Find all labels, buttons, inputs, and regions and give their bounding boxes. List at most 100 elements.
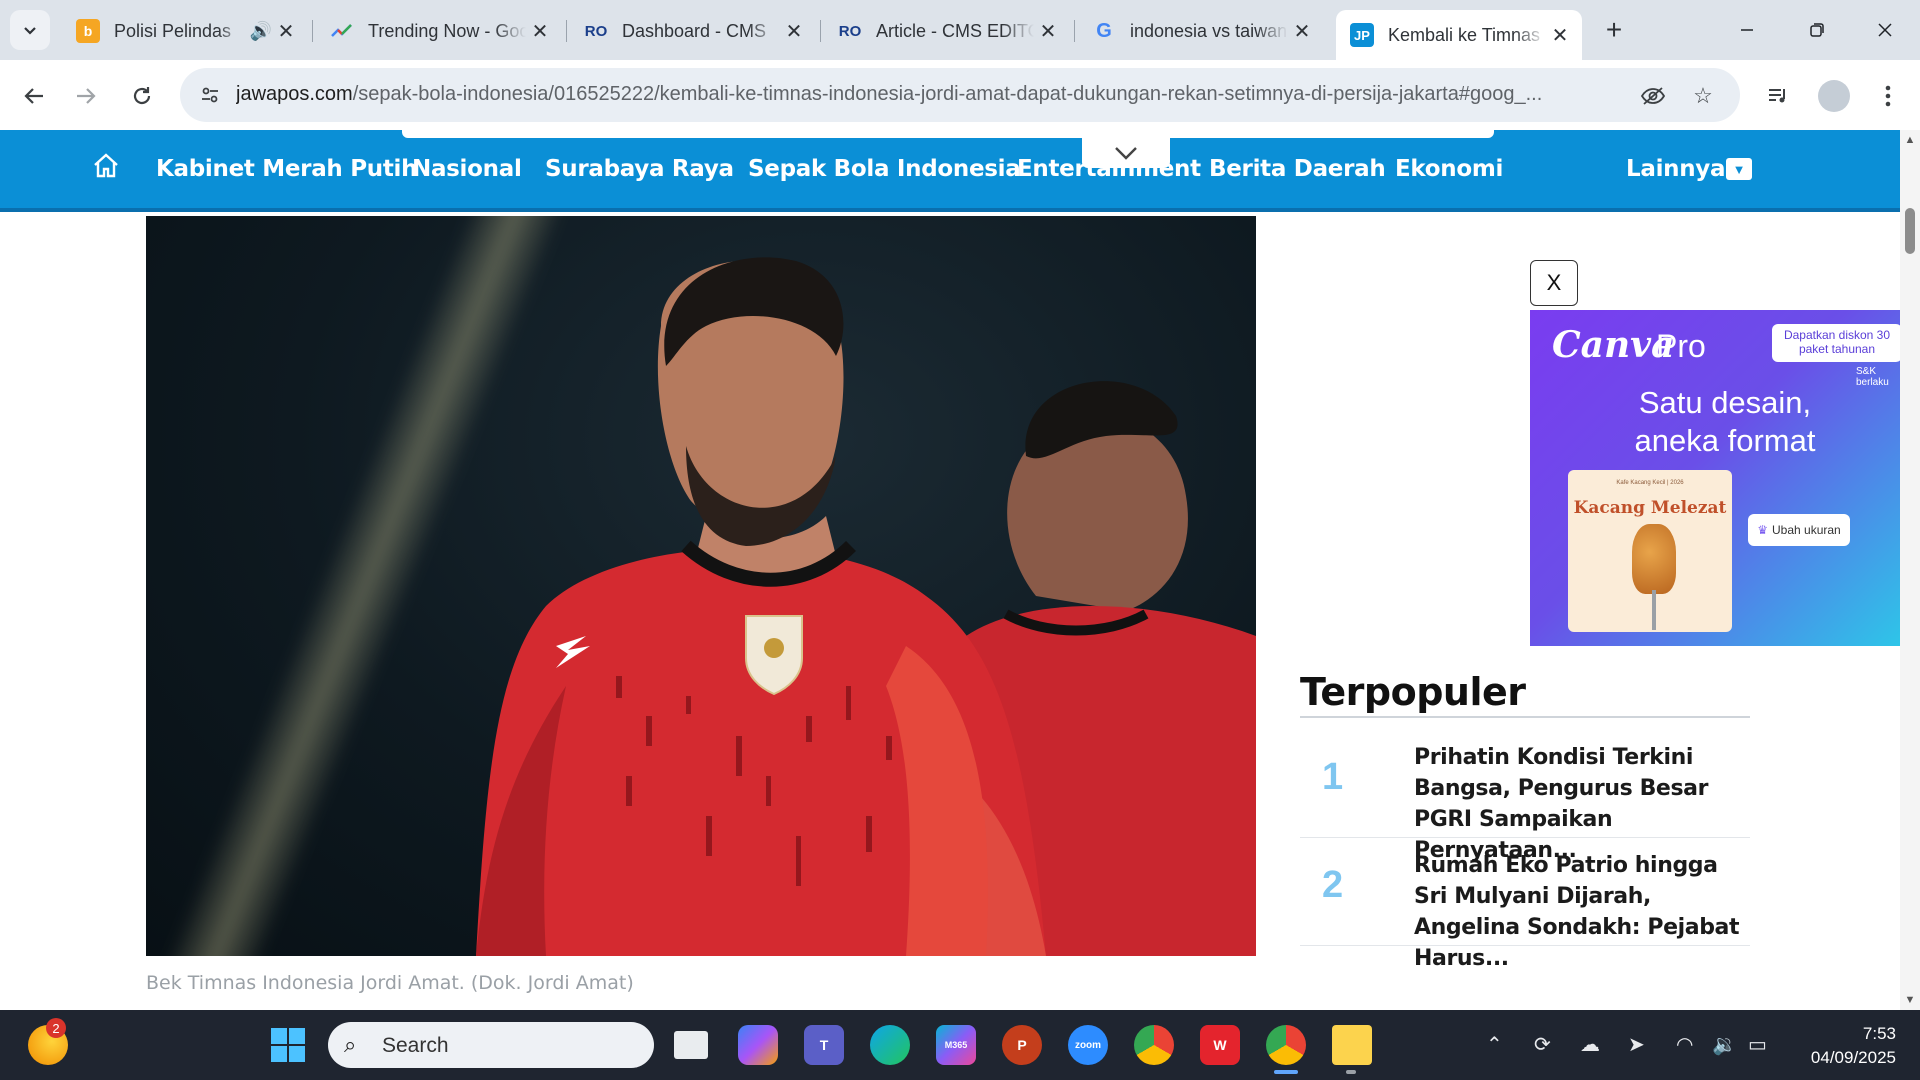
image-caption: Bek Timnas Indonesia Jordi Amat. (Dok. J… <box>146 972 634 994</box>
scrollbar-thumb[interactable] <box>1905 208 1915 254</box>
popular-rank: 1 <box>1322 756 1344 798</box>
edge-icon[interactable] <box>870 1025 910 1065</box>
canva-pro-ad[interactable]: Canva Pro Dapatkan diskon 30 paket tahun… <box>1530 310 1900 646</box>
ad-close-button[interactable]: X <box>1530 260 1578 306</box>
wifi-icon[interactable]: ◠ <box>1676 1032 1693 1057</box>
site-info-icon[interactable] <box>194 79 226 111</box>
nav-lainnya[interactable]: Lainnya <box>1626 156 1726 182</box>
powerpoint-icon[interactable]: P <box>1002 1025 1042 1065</box>
url-domain: jawapos.com <box>236 83 353 105</box>
battery-icon[interactable]: ▭ <box>1748 1032 1767 1057</box>
weather-badge: 2 <box>46 1018 66 1038</box>
restore-button[interactable] <box>1792 8 1842 52</box>
site-navbar: Kabinet Merah Putih Nasional Surabaya Ra… <box>0 130 1900 212</box>
nav-entertainment[interactable]: Entertainment <box>1017 156 1201 182</box>
tab-dashboard-cms[interactable]: RO Dashboard - CMS ✕ <box>570 10 816 52</box>
taskbar-clock[interactable]: 7:53 04/09/2025 <box>1790 1022 1896 1070</box>
tab-kembali-ke-timnas[interactable]: JP Kembali ke Timnas ✕ <box>1336 10 1582 60</box>
reload-button[interactable] <box>122 76 162 116</box>
tab-search-button[interactable] <box>10 10 50 50</box>
windows-start-icon[interactable] <box>268 1025 308 1065</box>
tab-strip: b Polisi Pelindas 🔊 ✕ Trending Now - Goo… <box>0 0 1920 60</box>
tray-cloud-icon[interactable]: ☁ <box>1580 1032 1600 1057</box>
nav-ekonomi[interactable]: Ekonomi <box>1395 156 1503 182</box>
scroll-down-arrow-icon[interactable]: ▼ <box>1903 994 1917 1006</box>
zoom-icon[interactable]: zoom <box>1068 1025 1108 1065</box>
ad-headline: Satu desain, aneka format <box>1550 384 1900 460</box>
nav-surabaya-raya[interactable]: Surabaya Raya <box>545 156 734 182</box>
page-scrollbar[interactable]: ▲ ▼ <box>1900 130 1920 1010</box>
nav-kabinet-merah-putih[interactable]: Kabinet Merah Putih <box>156 156 417 182</box>
close-tab-icon[interactable]: ✕ <box>780 17 808 45</box>
bing-b-icon: b <box>76 19 100 43</box>
close-tab-icon[interactable]: ✕ <box>1288 17 1316 45</box>
tab-separator <box>566 20 567 42</box>
ad-design-card: Kafe Kacang Kecil | 2026 Kacang Melezat <box>1568 470 1732 632</box>
speaker-icon[interactable]: 🔊 <box>250 21 272 42</box>
scroll-up-arrow-icon[interactable]: ▲ <box>1903 134 1917 146</box>
url-path: /sepak-bola-indonesia/016525222/kembali-… <box>352 83 1543 105</box>
cms-ro-icon: RO <box>584 22 608 40</box>
tab-separator <box>1074 20 1075 42</box>
caret-down-icon[interactable]: ▼ <box>1726 158 1752 180</box>
players-illustration <box>476 257 1256 956</box>
teams-icon[interactable]: T <box>804 1025 844 1065</box>
page-viewport: Kabinet Merah Putih Nasional Surabaya Ra… <box>0 130 1900 1010</box>
chrome-profile-icon[interactable] <box>1266 1025 1306 1065</box>
popular-item[interactable]: 2 Rumah Eko Patrio hingga Sri Mulyani Di… <box>1300 842 1750 971</box>
tray-sync-icon[interactable]: ⟳ <box>1534 1032 1551 1057</box>
ad-card-subtitle: Kafe Kacang Kecil | 2026 <box>1616 480 1684 486</box>
copilot-icon[interactable] <box>738 1025 778 1065</box>
sticky-notes-icon[interactable] <box>1332 1025 1372 1065</box>
eye-off-icon[interactable] <box>1638 81 1668 111</box>
nav-nasional[interactable]: Nasional <box>412 156 522 182</box>
nav-berita-daerah[interactable]: Berita Daerah <box>1209 156 1386 182</box>
running-app-indicator <box>1346 1070 1356 1074</box>
clock-time: 7:53 <box>1862 1024 1896 1043</box>
taskbar-search-placeholder: Search <box>382 1034 449 1057</box>
popular-headline[interactable]: Rumah Eko Patrio hingga Sri Mulyani Dija… <box>1414 850 1744 974</box>
menu-kebab-icon[interactable] <box>1868 76 1908 116</box>
tab-title: Kembali ke Timnas <box>1388 24 1541 45</box>
tab-trending-now[interactable]: Trending Now - Google Trends ✕ <box>316 10 562 52</box>
nav-sepak-bola-indonesia[interactable]: Sepak Bola Indonesia <box>748 156 1021 182</box>
taskbar-search-box[interactable]: ⌕ Search <box>328 1022 654 1068</box>
ad-headline-line1: Satu desain, <box>1638 385 1812 420</box>
chrome-icon[interactable] <box>1134 1025 1174 1065</box>
close-window-button[interactable] <box>1860 8 1910 52</box>
dropdown-bar <box>402 130 1494 138</box>
volume-icon[interactable]: 🔉 <box>1712 1032 1737 1057</box>
ad-resize-button[interactable]: ♛ Ubah ukuran <box>1748 514 1850 546</box>
new-tab-button[interactable]: + <box>1596 12 1632 48</box>
minimize-button[interactable] <box>1722 8 1772 52</box>
tab-title: Trending Now - Google Trends <box>368 20 526 41</box>
tab-indonesia-vs-taiwan[interactable]: G indonesia vs taiwan ✕ <box>1078 10 1324 52</box>
close-icon <box>1878 23 1892 37</box>
tab-article-cms-editor[interactable]: RO Article - CMS EDITOR ✕ <box>824 10 1070 52</box>
close-tab-icon[interactable]: ✕ <box>526 17 554 45</box>
snack-illustration <box>1632 524 1676 594</box>
trends-icon <box>330 19 354 43</box>
popular-item[interactable]: 1 Prihatin Kondisi Terkini Bangsa, Pengu… <box>1300 734 1750 863</box>
close-tab-icon[interactable]: ✕ <box>1034 17 1062 45</box>
task-view-icon[interactable] <box>674 1031 708 1059</box>
url-text: jawapos.com/sepak-bola-indonesia/0165252… <box>236 83 1566 106</box>
bookmark-star-icon[interactable]: ☆ <box>1688 81 1718 111</box>
home-icon[interactable] <box>92 152 122 182</box>
back-button[interactable] <box>14 76 54 116</box>
forward-button[interactable] <box>66 76 106 116</box>
media-control-icon[interactable] <box>1758 76 1798 116</box>
tab-title: Dashboard - CMS <box>622 20 767 41</box>
m365-icon[interactable]: M365 <box>936 1025 976 1065</box>
profile-avatar[interactable] <box>1818 80 1850 112</box>
tray-location-icon[interactable]: ➤ <box>1628 1032 1645 1057</box>
tray-overflow-chevron-icon[interactable]: ⌃ <box>1486 1032 1503 1057</box>
close-tab-icon[interactable]: ✕ <box>272 17 300 45</box>
close-tab-icon[interactable]: ✕ <box>1546 21 1574 49</box>
article-hero-image <box>146 216 1256 956</box>
wps-office-icon[interactable]: W <box>1200 1025 1240 1065</box>
address-bar[interactable]: jawapos.com/sepak-bola-indonesia/0165252… <box>180 68 1740 122</box>
chevron-down-icon <box>24 27 36 35</box>
tab-polisi-pelindas[interactable]: b Polisi Pelindas 🔊 ✕ <box>62 10 308 52</box>
ad-card-title: Kacang Melezat <box>1573 498 1727 518</box>
